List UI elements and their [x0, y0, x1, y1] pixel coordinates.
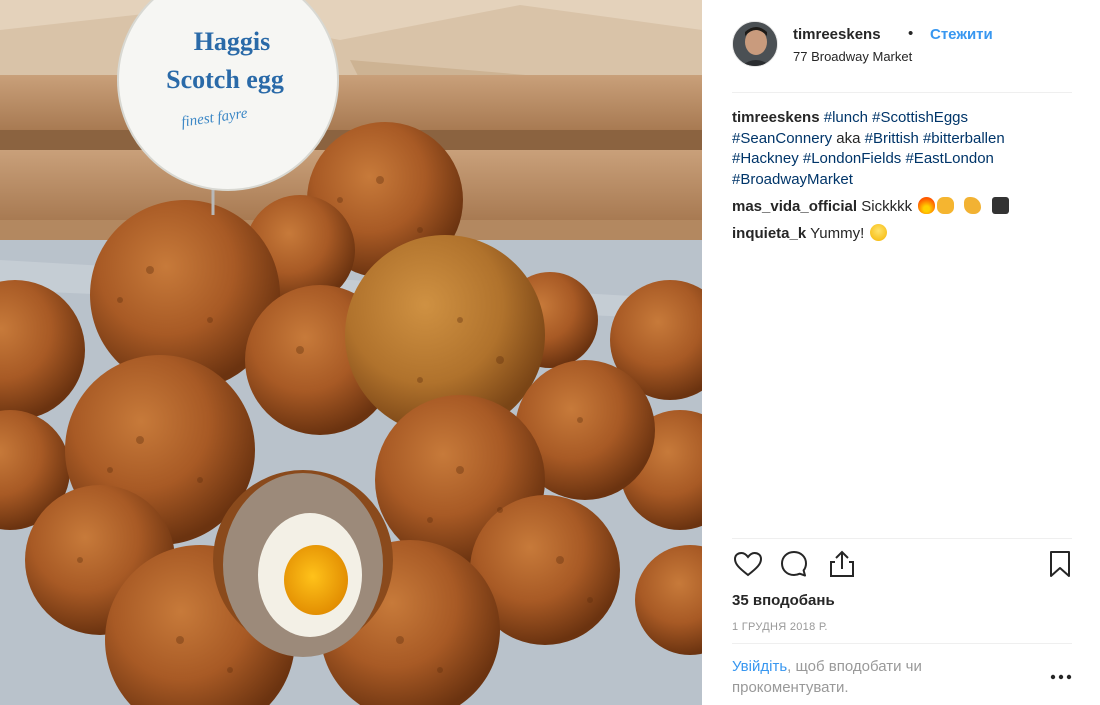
robot-emoji-icon [991, 196, 1009, 214]
comment-text: Yummy! [810, 224, 865, 242]
header-divider [732, 92, 1072, 93]
hashtag-scottisheggs[interactable]: #ScottishEggs [872, 109, 968, 126]
grinning-sweat-emoji-icon [870, 223, 888, 241]
post-header: timreeskens • Стежити 77 Broadway Market [732, 18, 1072, 74]
hashtag-eastlondon[interactable]: #EastLondon [905, 150, 993, 167]
ok-hand-emoji-icon [937, 196, 955, 214]
separator-dot: • [908, 25, 914, 42]
login-divider [732, 643, 1072, 644]
hashtag-londonfields[interactable]: #LondonFields [803, 150, 901, 167]
scotch-eggs-photo: Haggis Scotch egg finest fayre [0, 0, 702, 705]
follow-button[interactable]: Стежити [930, 26, 993, 43]
hashtag-brittish[interactable]: #Brittish [865, 130, 919, 147]
hashtag-bitterballen[interactable]: #bitterballen [923, 130, 1005, 147]
fire-emoji-icon [918, 196, 936, 214]
post-actions [732, 548, 1076, 588]
hashtag-seanconnery[interactable]: #SeanConnery [732, 130, 832, 147]
login-link[interactable]: Увійдіть [732, 658, 787, 675]
comment: inquieta_k Yummy! [732, 223, 1072, 245]
actions-divider [732, 538, 1072, 539]
sign-line2: Scotch egg [166, 65, 284, 94]
hashtag-hackney[interactable]: #Hackney [732, 150, 799, 167]
heart-icon[interactable] [732, 548, 764, 580]
bookmark-icon[interactable] [1044, 548, 1076, 580]
avatar[interactable] [732, 21, 778, 67]
comment-icon[interactable] [778, 548, 810, 580]
comment: mas_vida_official Sickkkk [732, 196, 1072, 218]
comment-username[interactable]: mas_vida_official [732, 198, 857, 215]
caption-username[interactable]: timreeskens [732, 109, 820, 126]
flexed-biceps-emoji-icon [964, 196, 982, 214]
likes-count[interactable]: 35 вподобань [732, 592, 835, 609]
comment-text: Sickkkk [861, 197, 913, 215]
share-icon[interactable] [826, 548, 858, 580]
hashtag-broadwaymarket[interactable]: #BroadwayMarket [732, 171, 853, 188]
post-photo[interactable]: Haggis Scotch egg finest fayre [0, 0, 702, 705]
location-link[interactable]: 77 Broadway Market [793, 49, 912, 64]
caption-text: aka [836, 129, 861, 147]
hashtag-lunch[interactable]: #lunch [824, 109, 868, 126]
post-username[interactable]: timreeskens [793, 26, 881, 43]
post-side-panel: timreeskens • Стежити 77 Broadway Market… [702, 0, 1100, 705]
more-options-icon[interactable] [1048, 667, 1074, 687]
caption: timreeskens #lunch #ScottishEggs #SeanCo… [732, 108, 1072, 191]
sign-line1: Haggis [194, 27, 271, 56]
comments-section: timreeskens #lunch #ScottishEggs #SeanCo… [732, 108, 1072, 244]
login-prompt: Увійдіть, щоб вподобати чи прокоментуват… [732, 656, 1002, 698]
comment-username[interactable]: inquieta_k [732, 225, 806, 242]
post-date[interactable]: 1 ГРУДНЯ 2018 Р. [732, 621, 828, 633]
